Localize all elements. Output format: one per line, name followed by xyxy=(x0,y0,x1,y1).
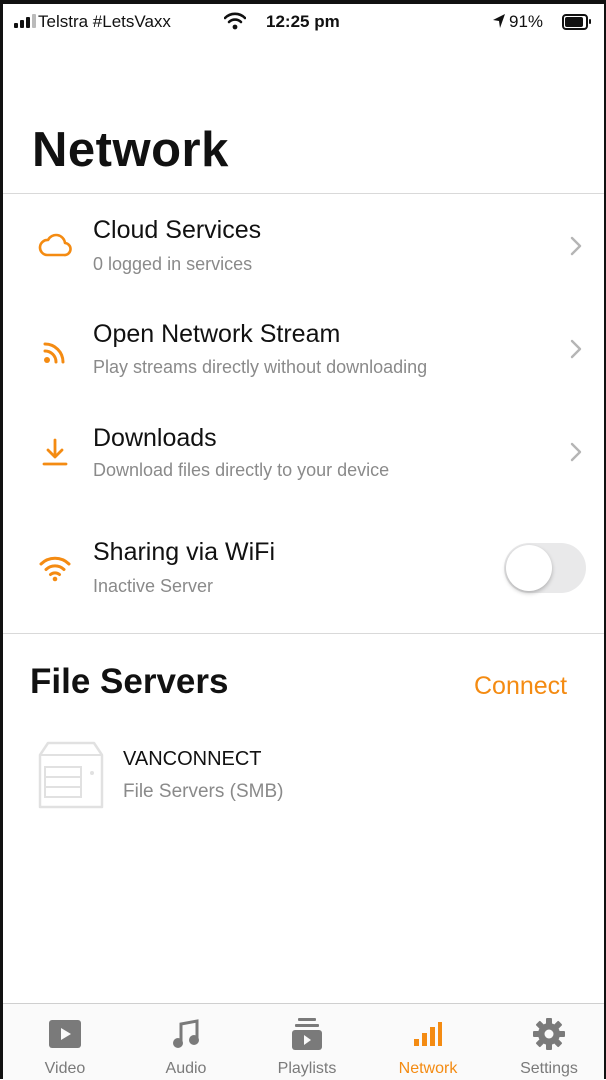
cellular-signal-icon xyxy=(14,14,36,28)
tab-label: Video xyxy=(44,1060,86,1077)
stream-icon xyxy=(37,334,73,370)
open-network-stream-subtitle: Play streams directly without downloadin… xyxy=(93,357,428,377)
status-bar: Telstra #LetsVaxx 12:25 pm 91% xyxy=(0,0,606,48)
network-bars-icon xyxy=(368,1018,488,1050)
tab-settings[interactable]: Settings xyxy=(489,1004,606,1080)
tab-label: Settings xyxy=(520,1060,578,1077)
tab-bar: Video Audio Playlists Network Settings xyxy=(3,1003,604,1080)
connect-button[interactable]: Connect xyxy=(474,672,567,701)
server-icon xyxy=(36,739,106,816)
wifi-status-icon xyxy=(223,12,247,35)
title-divider xyxy=(3,193,604,194)
section-divider xyxy=(3,633,604,634)
playlist-icon xyxy=(247,1018,367,1050)
wifi-sharing-toggle[interactable] xyxy=(504,543,586,593)
server-name: VANCONNECT xyxy=(123,748,262,770)
tab-label: Network xyxy=(398,1060,458,1077)
cloud-services-subtitle: 0 logged in services xyxy=(93,254,253,274)
cloud-icon xyxy=(37,226,73,262)
battery-percentage: 91% xyxy=(509,12,544,31)
server-list-item[interactable]: VANCONNECT File Servers (SMB) xyxy=(3,730,604,820)
wifi-icon xyxy=(37,550,73,586)
tab-video[interactable]: Video xyxy=(5,1004,125,1080)
downloads-row[interactable]: Downloads Download files directly to you… xyxy=(3,404,604,504)
page-title: Network xyxy=(32,123,229,177)
chevron-right-icon xyxy=(570,339,582,359)
downloads-title: Downloads xyxy=(93,424,217,452)
sharing-via-wifi-title: Sharing via WiFi xyxy=(93,538,275,566)
downloads-subtitle: Download files directly to your device xyxy=(93,460,390,480)
open-network-stream-title: Open Network Stream xyxy=(93,320,341,348)
gear-icon xyxy=(489,1018,606,1050)
music-note-icon xyxy=(126,1018,246,1050)
server-type: File Servers (SMB) xyxy=(123,781,284,802)
video-icon xyxy=(5,1018,125,1050)
location-arrow-icon xyxy=(492,13,506,34)
chevron-right-icon xyxy=(570,442,582,462)
open-network-stream-row[interactable]: Open Network Stream Play streams directl… xyxy=(3,300,604,400)
tab-label: Playlists xyxy=(277,1060,337,1077)
tab-network[interactable]: Network xyxy=(368,1004,488,1080)
sharing-via-wifi-subtitle: Inactive Server xyxy=(93,576,214,596)
cloud-services-title: Cloud Services xyxy=(93,216,262,244)
tab-audio[interactable]: Audio xyxy=(126,1004,246,1080)
file-servers-heading: File Servers xyxy=(30,662,229,701)
clock: 12:25 pm xyxy=(266,12,340,31)
chevron-right-icon xyxy=(570,236,582,256)
cloud-services-row[interactable]: Cloud Services 0 logged in services xyxy=(3,196,604,296)
toggle-knob xyxy=(506,545,552,591)
tab-playlists[interactable]: Playlists xyxy=(247,1004,367,1080)
battery-icon xyxy=(562,14,591,30)
download-icon xyxy=(37,434,73,470)
carrier-name: Telstra #LetsVaxx xyxy=(38,12,171,31)
tab-label: Audio xyxy=(165,1060,207,1077)
